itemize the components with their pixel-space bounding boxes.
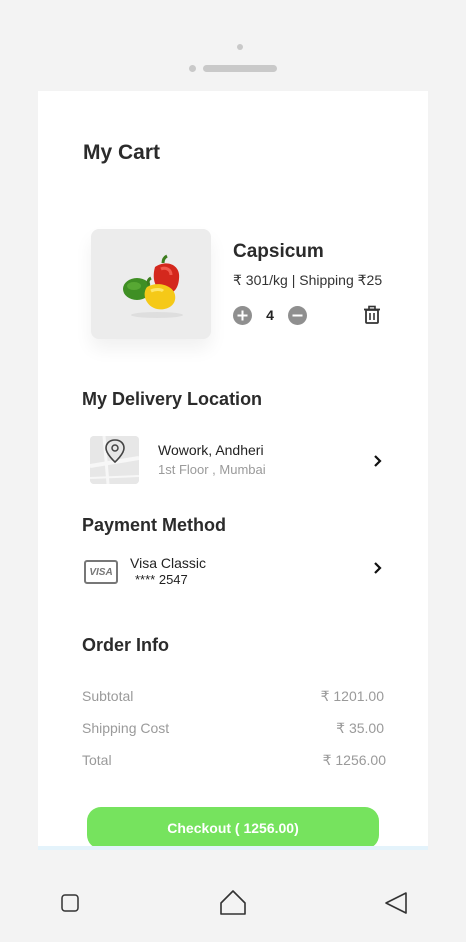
- chevron-right-icon: [374, 562, 382, 574]
- recent-apps-button[interactable]: [61, 894, 79, 917]
- payment-section-title: Payment Method: [82, 515, 227, 535]
- delivery-section-title: My Delivery Location: [82, 389, 263, 409]
- order-info-section-title: Order Info: [82, 635, 170, 655]
- total-label: Total: [82, 752, 112, 768]
- sensor-dot: [189, 65, 196, 72]
- square-icon: [61, 894, 79, 912]
- subtotal-label: Subtotal: [82, 688, 134, 704]
- back-button[interactable]: [384, 891, 408, 920]
- subtotal-value: ₹ 1201.00: [320, 688, 384, 704]
- payment-card-number: **** 2547: [135, 572, 188, 587]
- page-title: My Cart: [83, 141, 161, 164]
- quantity-value: 4: [266, 307, 274, 323]
- decrease-quantity-button[interactable]: [288, 305, 307, 325]
- map-pin-icon: [90, 436, 139, 484]
- product-price: ₹ 301/kg | Shipping ₹25: [233, 272, 383, 288]
- visa-card-icon: VISA: [84, 560, 118, 584]
- quantity-stepper: 4: [233, 305, 307, 325]
- payment-chevron-button[interactable]: [372, 561, 384, 575]
- delivery-chevron-button[interactable]: [372, 454, 384, 468]
- home-button[interactable]: [219, 889, 247, 921]
- increase-quantity-button[interactable]: [233, 305, 252, 325]
- home-icon: [220, 890, 246, 915]
- camera-dot: [237, 44, 243, 50]
- screen-bottom-edge: [38, 846, 428, 850]
- back-triangle-icon: [385, 892, 407, 914]
- shipping-cost-value: ₹ 35.00: [336, 720, 384, 736]
- delivery-address-line2: 1st Floor , Mumbai: [158, 462, 266, 477]
- product-name: Capsicum: [233, 241, 324, 262]
- product-image-card[interactable]: [91, 229, 211, 339]
- plus-icon: [237, 310, 248, 320]
- app-screen: My Cart Capsicum ₹ 301/kg | Shipping ₹25: [38, 91, 428, 849]
- checkout-button[interactable]: Checkout ( 1256.00): [87, 807, 379, 849]
- minus-icon: [292, 314, 303, 316]
- phone-frame: My Cart Capsicum ₹ 301/kg | Shipping ₹25: [0, 0, 466, 942]
- bell-peppers-image: [123, 254, 183, 318]
- speaker-grille: [203, 65, 277, 72]
- total-value: ₹ 1256.00: [322, 752, 386, 768]
- delete-item-button[interactable]: [362, 305, 382, 325]
- trash-icon: [364, 305, 380, 324]
- payment-card-name: Visa Classic: [130, 555, 206, 571]
- location-map-thumbnail[interactable]: [90, 436, 139, 484]
- chevron-right-icon: [374, 455, 382, 467]
- delivery-address-line1: Wowork, Andheri: [158, 442, 264, 458]
- shipping-cost-label: Shipping Cost: [82, 720, 170, 736]
